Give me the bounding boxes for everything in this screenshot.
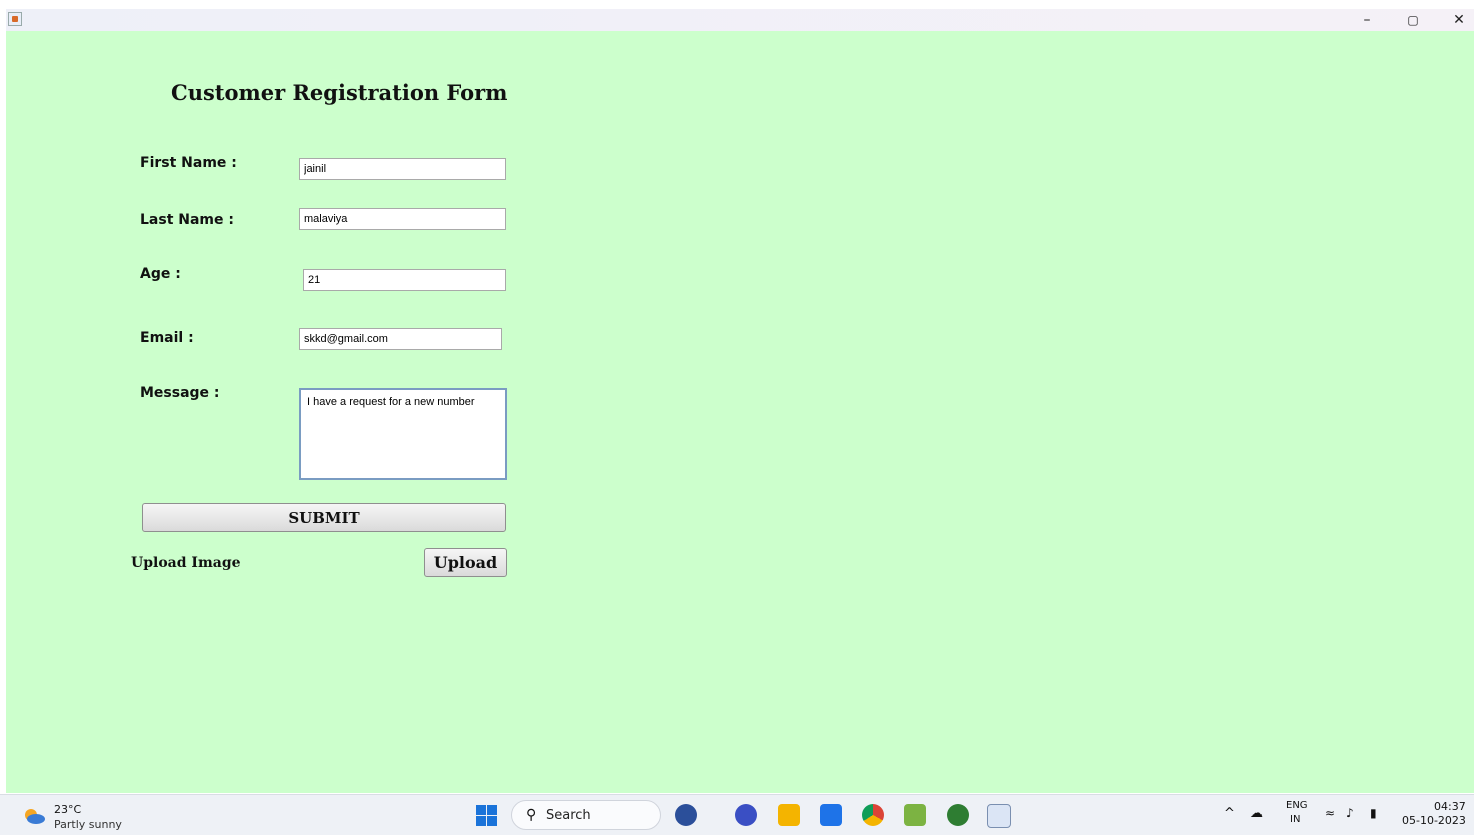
first-name-input[interactable] — [299, 158, 506, 180]
battery-icon[interactable]: ▮ — [1370, 806, 1377, 820]
partly-sunny-icon[interactable] — [22, 807, 46, 825]
weather-description[interactable]: Partly sunny — [54, 818, 122, 831]
minimize-button[interactable]: – — [1344, 9, 1390, 31]
close-button[interactable]: ✕ — [1436, 9, 1474, 31]
maximize-button[interactable]: ▢ — [1390, 9, 1436, 31]
file-explorer-icon[interactable] — [778, 804, 800, 826]
language-indicator[interactable]: ENG — [1286, 800, 1308, 811]
message-label: Message : — [140, 385, 220, 401]
java-taskbar-icon[interactable] — [987, 804, 1011, 828]
chrome-icon[interactable] — [862, 804, 884, 826]
upload-button[interactable]: Upload — [424, 548, 507, 577]
clock-time[interactable]: 04:37 — [1434, 800, 1466, 813]
message-textarea[interactable]: I have a request for a new number — [299, 388, 507, 480]
java-app-icon[interactable] — [8, 12, 22, 26]
language-region[interactable]: IN — [1290, 814, 1300, 825]
upload-image-label: Upload Image — [131, 555, 241, 571]
age-label: Age : — [140, 266, 181, 282]
windows-start-icon[interactable] — [476, 805, 497, 826]
page-title: Customer Registration Form — [171, 80, 508, 105]
first-name-label: First Name : — [140, 155, 237, 171]
email-input[interactable] — [299, 328, 502, 350]
last-name-label: Last Name : — [140, 212, 234, 228]
paint-icon[interactable] — [904, 804, 926, 826]
meet-icon[interactable] — [735, 804, 757, 826]
chevron-up-icon[interactable]: ^ — [1224, 806, 1235, 821]
onedrive-icon[interactable]: ☁ — [1250, 806, 1263, 821]
cricket-app-icon[interactable] — [675, 804, 697, 826]
submit-button[interactable]: SUBMIT — [142, 503, 506, 532]
email-label: Email : — [140, 330, 194, 346]
search-icon: ⚲ — [526, 807, 537, 823]
volume-icon[interactable]: ♪ — [1346, 806, 1354, 820]
last-name-input[interactable] — [299, 208, 506, 230]
clock-date[interactable]: 05-10-2023 — [1402, 814, 1466, 827]
cube-app-icon[interactable] — [947, 804, 969, 826]
window-titlebar: – ▢ ✕ — [6, 9, 1474, 31]
taskbar-search-box[interactable]: ⚲ Search — [511, 800, 661, 830]
form-panel: Customer Registration Form First Name : … — [6, 31, 1474, 793]
taskbar: 23°C Partly sunny ⚲ Search ^ ☁ ENG IN ≈ … — [0, 794, 1474, 835]
age-input[interactable] — [303, 269, 506, 291]
weather-temperature[interactable]: 23°C — [54, 803, 81, 816]
l-app-icon[interactable] — [820, 804, 842, 826]
wifi-icon[interactable]: ≈ — [1325, 806, 1335, 820]
search-label: Search — [546, 808, 591, 823]
